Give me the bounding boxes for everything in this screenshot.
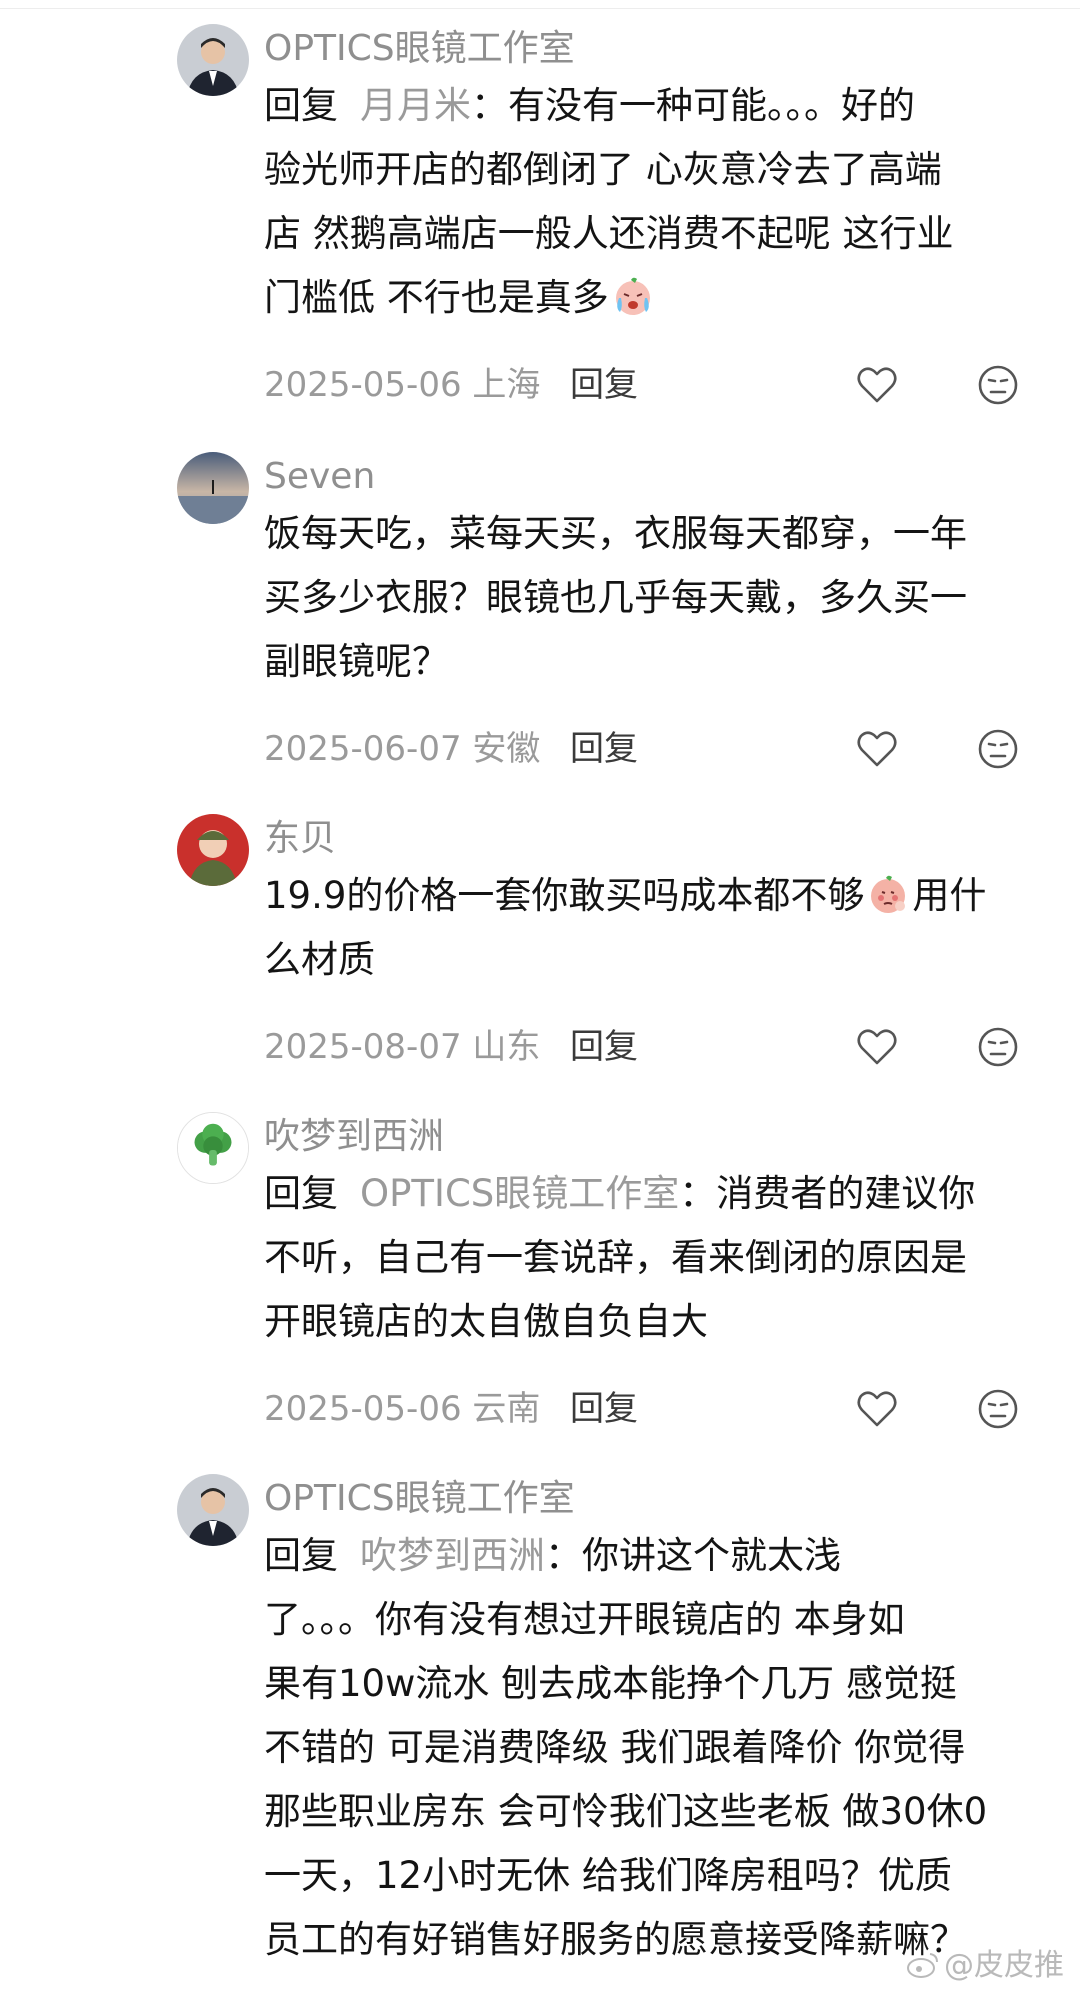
comment-line: 不错的 可是消费降级 我们跟着降价 你觉得 — [264, 1726, 966, 1769]
heart-icon[interactable] — [854, 1386, 900, 1432]
reply-prefix: 回复 — [264, 1534, 338, 1577]
avatar[interactable] — [177, 452, 249, 524]
crying-emoji-icon — [611, 274, 655, 318]
comment-line: 饭每天吃，菜每天买，衣服每天都穿，一年 — [264, 512, 967, 555]
reply-prefix: 回复 — [264, 1172, 338, 1215]
reply-button[interactable]: 回复 — [570, 1388, 638, 1430]
date-location: 2025-08-07 山东 — [264, 1027, 541, 1067]
comment-line: 买多少衣服？眼镜也几乎每天戴，多久买一 — [264, 576, 967, 619]
comment-line: 用什 — [912, 874, 987, 917]
avatar[interactable] — [177, 1112, 249, 1184]
date-location: 2025-05-06 上海 — [264, 365, 541, 405]
comment-text: 回复 吹梦到西洲：你讲这个就太浅 了。。。你有没有想过开眼镜店的 本身如 果有10… — [264, 1534, 988, 1961]
watermark: @皮皮推 — [906, 1940, 1064, 1984]
unhappy-face-icon[interactable] — [975, 362, 1021, 408]
avatar[interactable] — [177, 1474, 249, 1546]
shy-peach-emoji-icon — [866, 872, 910, 916]
mention-link[interactable]: OPTICS眼镜工作室 — [360, 1172, 679, 1215]
top-divider — [0, 8, 1080, 9]
comment-text: 19.9的价格一套你敢买吗成本都不够 用什 么材质 — [264, 864, 1044, 992]
unhappy-face-icon[interactable] — [975, 1024, 1021, 1070]
comment-line: 一天，12小时无休 给我们降房租吗？优质 — [264, 1854, 952, 1897]
comment-line: 果有10w流水 刨去成本能挣个几万 感觉挺 — [264, 1662, 957, 1705]
unhappy-face-icon[interactable] — [975, 1386, 1021, 1432]
mention-link[interactable]: 吹梦到西洲 — [360, 1534, 545, 1577]
username[interactable]: Seven — [264, 454, 375, 500]
reply-button[interactable]: 回复 — [570, 728, 638, 770]
comment-line: 你讲这个就太浅 — [582, 1534, 841, 1577]
comment-meta: 2025-06-07 安徽 回复 — [264, 724, 1044, 774]
comment-meta: 2025-08-07 山东 回复 — [264, 1022, 1044, 1072]
comment-text: 回复 OPTICS眼镜工作室：消费者的建议你 不听，自己有一套说辞，看来倒闭的原因… — [264, 1172, 976, 1343]
unhappy-face-icon[interactable] — [975, 726, 1021, 772]
mention-link[interactable]: 月月米 — [360, 84, 471, 127]
comment-line: 那些职业房东 会可怜我们这些老板 做30休0 — [264, 1790, 988, 1833]
username[interactable]: OPTICS眼镜工作室 — [264, 1476, 575, 1522]
comment-line: 消费者的建议你 — [716, 1172, 976, 1215]
weibo-logo-icon — [906, 1951, 940, 1979]
comment-line: 开眼镜店的太自傲自负自大 — [264, 1300, 708, 1343]
reply-button[interactable]: 回复 — [570, 364, 638, 406]
comment-text: 饭每天吃，菜每天买，衣服每天都穿，一年 买多少衣服？眼镜也几乎每天戴，多久买一 … — [264, 502, 1044, 694]
comment-line: 员工的有好销售好服务的愿意接受降薪嘛？ — [264, 1918, 967, 1961]
comment-meta: 2025-05-06 云南 回复 — [264, 1384, 1044, 1434]
date-location: 2025-05-06 云南 — [264, 1389, 541, 1429]
comment-line: 19.9的价格一套你敢买吗成本都不够 — [264, 874, 865, 917]
comment-line: 么材质 — [264, 938, 375, 981]
date-location: 2025-06-07 安徽 — [264, 729, 541, 769]
comment-line: 不听，自己有一套说辞，看来倒闭的原因是 — [264, 1236, 967, 1279]
comment-line: 门槛低 不行也是真多 — [264, 276, 609, 319]
username[interactable]: 东贝 — [264, 816, 336, 862]
comment-line: 有没有一种可能。。。好的 — [508, 84, 915, 127]
username[interactable]: OPTICS眼镜工作室 — [264, 26, 575, 72]
watermark-text: @皮皮推 — [944, 1948, 1064, 1983]
heart-icon[interactable] — [854, 726, 900, 772]
reply-button[interactable]: 回复 — [570, 1026, 638, 1068]
reply-prefix: 回复 — [264, 84, 338, 127]
comment-meta: 2025-05-06 上海 回复 — [264, 360, 1044, 410]
comment-line: 了。。。你有没有想过开眼镜店的 本身如 — [264, 1598, 905, 1641]
heart-icon[interactable] — [854, 362, 900, 408]
username[interactable]: 吹梦到西洲 — [264, 1114, 444, 1160]
comment-text: 回复 月月米：有没有一种可能。。。好的 验光师开店的都倒闭了 心灰意冷去了高端 店… — [264, 84, 954, 319]
avatar[interactable] — [177, 24, 249, 96]
comment-line: 验光师开店的都倒闭了 心灰意冷去了高端 — [264, 148, 942, 191]
comment-line: 副眼镜呢？ — [264, 640, 449, 683]
avatar[interactable] — [177, 814, 249, 886]
comment-line: 店 然鹅高端店一般人还消费不起呢 这行业 — [264, 212, 954, 255]
heart-icon[interactable] — [854, 1024, 900, 1070]
